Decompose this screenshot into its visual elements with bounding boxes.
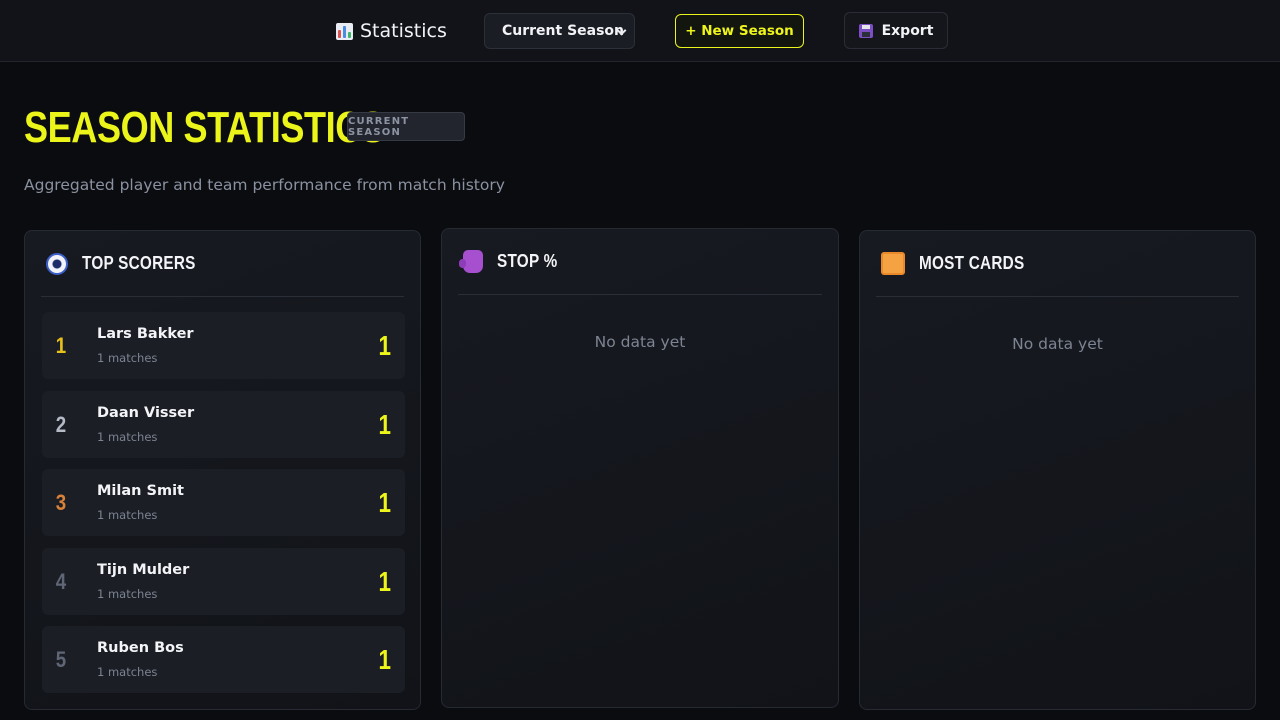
season-select[interactable]: Current Season — [484, 13, 635, 49]
page-title: SEASON STATISTICS — [24, 103, 385, 152]
scorer-matches: 1 matches — [97, 429, 158, 444]
scorer-row: 5 Ruben Bos 1 matches 1 — [42, 626, 405, 694]
scorer-row: 1 Lars Bakker 1 matches 1 — [42, 312, 405, 379]
most-cards-panel: MOST CARDS No data yet — [859, 230, 1256, 710]
most-cards-empty: No data yet — [1012, 335, 1103, 353]
scorer-row: 3 Milan Smit 1 matches 1 — [42, 469, 405, 537]
scorer-name: Ruben Bos — [97, 640, 184, 657]
most-cards-title: MOST CARDS — [919, 253, 1025, 273]
stop-pct-panel: STOP % No data yet — [441, 228, 839, 708]
yellow-card-icon — [881, 252, 905, 275]
scorer-row: 2 Daan Visser 1 matches 1 — [42, 390, 405, 458]
export-label: Export — [881, 22, 934, 39]
most-cards-header: MOST CARDS — [876, 231, 1239, 297]
page-subtitle: Aggregated player and team performance f… — [24, 176, 505, 194]
scorer-name: Milan Smit — [97, 483, 184, 500]
scorer-row: 4 Tijn Mulder 1 matches 1 — [42, 547, 405, 615]
stop-pct-title: STOP % — [497, 251, 558, 271]
scorer-goals: 1 — [378, 487, 392, 519]
soccer-ball-icon — [46, 252, 68, 275]
season-badge: CURRENT SEASON — [347, 112, 465, 141]
scorer-rank: 5 — [55, 647, 67, 673]
scorer-goals: 1 — [378, 565, 392, 597]
scorer-matches: 1 matches — [97, 665, 158, 680]
app-title: Statistics — [336, 17, 447, 45]
new-season-button[interactable]: + New Season — [675, 14, 804, 48]
top-scorers-title: TOP SCORERS — [82, 253, 196, 273]
scorer-rank: 2 — [55, 411, 67, 437]
scorer-name: Tijn Mulder — [97, 561, 190, 578]
top-bar: Statistics Current Season + New Season E… — [0, 0, 1280, 62]
top-scorers-header: TOP SCORERS — [41, 231, 404, 297]
top-scorers-panel: TOP SCORERS 1 Lars Bakker 1 matches 1 2 Daan … — [24, 230, 421, 710]
export-button[interactable]: Export — [844, 12, 948, 49]
scorer-goals: 1 — [378, 644, 392, 676]
scorer-name: Lars Bakker — [97, 326, 194, 342]
scorer-goals: 1 — [378, 408, 392, 440]
scorer-matches: 1 matches — [97, 508, 158, 523]
scorer-rank: 3 — [55, 490, 67, 516]
new-season-label: + New Season — [685, 23, 794, 39]
goalkeeper-glove-icon — [459, 250, 483, 273]
bar-chart-icon — [336, 22, 353, 40]
stop-pct-empty: No data yet — [594, 333, 686, 351]
scorer-name: Daan Visser — [97, 404, 195, 421]
app-title-text: Statistics — [360, 20, 447, 42]
floppy-disk-icon — [858, 23, 873, 38]
scorer-rank: 1 — [55, 333, 67, 358]
stop-pct-header: STOP % — [458, 229, 822, 295]
scorer-rank: 4 — [55, 568, 67, 594]
scorer-goals: 1 — [378, 330, 392, 361]
scorer-matches: 1 matches — [97, 586, 158, 601]
season-select-value: Current Season — [502, 23, 625, 39]
scorer-matches: 1 matches — [97, 351, 158, 365]
